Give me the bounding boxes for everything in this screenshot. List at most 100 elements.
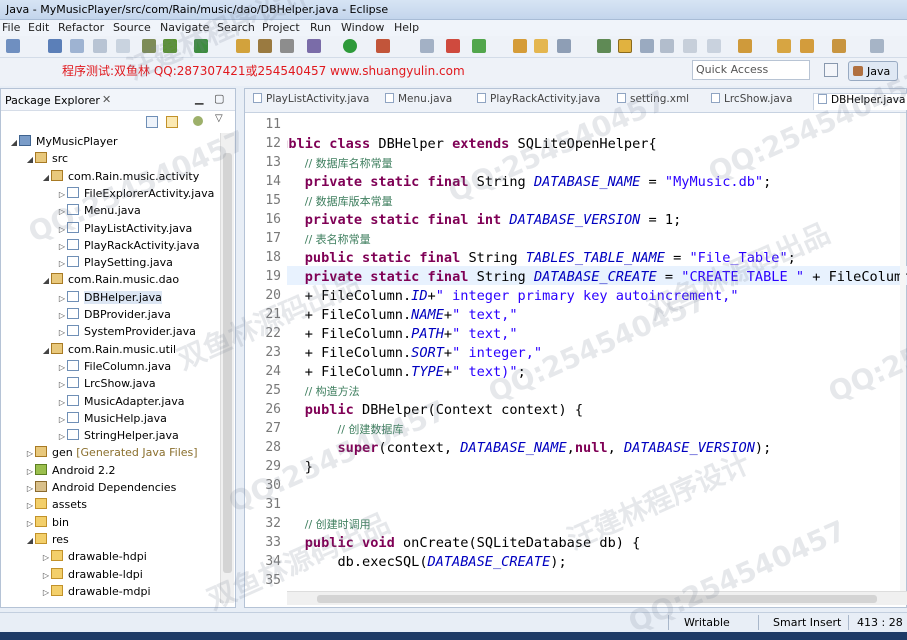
show-whitespace-icon[interactable] [660,39,674,53]
new-android-project-icon[interactable] [236,39,250,53]
menu-source[interactable]: Source [113,21,151,34]
expanded-arrow-icon[interactable]: ◢ [25,151,35,168]
close-icon[interactable]: ✕ [102,93,111,106]
new-android-xml-icon[interactable] [258,39,272,53]
code-line[interactable]: // 数据库名称常量 [287,154,393,173]
expanded-arrow-icon[interactable]: ◢ [41,169,51,186]
collapsed-arrow-icon[interactable]: ▷ [57,428,67,445]
code-line[interactable]: db.execSQL(DATABASE_CREATE); [287,553,566,572]
code-line[interactable]: // 创建数据库 [287,420,403,439]
back-icon[interactable] [800,39,814,53]
lint-icon[interactable] [194,39,208,53]
menu-run[interactable]: Run [310,21,331,34]
collapsed-arrow-icon[interactable]: ▷ [57,411,67,428]
tree-item[interactable]: ▷ DBHelper.java [57,289,162,306]
editor-scrollbar-thumb[interactable] [317,595,877,603]
tree-item[interactable]: ▷ FileExplorerActivity.java [57,185,214,202]
collapsed-arrow-icon[interactable]: ▷ [57,203,67,220]
properties-icon[interactable] [116,39,130,53]
tree-item[interactable]: ▷ PlaySetting.java [57,254,173,271]
search-icon[interactable] [420,39,434,53]
collapsed-arrow-icon[interactable]: ▷ [57,186,67,203]
menu-help[interactable]: Help [394,21,419,34]
tab-playlistactivity[interactable]: PlayListActivity.java [253,93,369,105]
code-line[interactable]: + FileColumn.TYPE+" text)"; [287,363,526,382]
tree-scrollbar-thumb[interactable] [223,153,232,573]
code-line[interactable]: // 创建时调用 [287,515,371,534]
collapsed-arrow-icon[interactable]: ▷ [25,497,35,514]
collapse-all-icon[interactable] [146,116,158,128]
tree-item[interactable]: ▷ StringHelper.java [57,427,179,444]
new-test-icon[interactable] [280,39,294,53]
code-line[interactable]: public class DBHelper extends SQLiteOpen… [287,135,657,154]
collapsed-arrow-icon[interactable]: ▷ [41,584,51,601]
code-area[interactable]: public class DBHelper extends SQLiteOpen… [287,113,907,593]
save-all-icon[interactable] [70,39,84,53]
tab-setting-xml[interactable]: setting.xml [617,93,689,105]
menu-window[interactable]: Window [341,21,384,34]
collapsed-arrow-icon[interactable]: ▷ [25,463,35,480]
new-icon[interactable] [6,39,20,53]
tab-lrcshow[interactable]: LrcShow.java [711,93,792,105]
pencil-icon[interactable] [557,39,571,53]
collapsed-arrow-icon[interactable]: ▷ [57,324,67,341]
collapsed-arrow-icon[interactable]: ▷ [57,238,67,255]
run-icon[interactable] [343,39,357,53]
tree-item[interactable]: ▷ DBProvider.java [57,306,171,323]
maximize-icon[interactable]: ▢ [214,92,224,105]
tree-item[interactable]: ▷ gen [Generated Java Files] [25,444,198,461]
tree-item[interactable]: ◢ com.Rain.music.util [41,341,176,358]
code-line[interactable]: + FileColumn.SORT+" integer," [287,344,542,363]
menu-navigate[interactable]: Navigate [160,21,209,34]
collapsed-arrow-icon[interactable]: ▷ [25,515,35,532]
tab-menu[interactable]: Menu.java [385,93,452,105]
forward-icon[interactable] [832,39,846,53]
tree-item[interactable]: ▷ drawable-ldpi [41,566,143,583]
collapsed-arrow-icon[interactable]: ▷ [57,255,67,272]
tree-item[interactable]: ▷ Android Dependencies [25,479,176,496]
expanded-arrow-icon[interactable]: ◢ [9,134,19,151]
tree-item[interactable]: ▷ assets [25,496,87,513]
tree-item[interactable]: ◢ com.Rain.music.activity [41,168,199,185]
external-tools-icon[interactable] [376,39,390,53]
open-resource-icon[interactable] [534,39,548,53]
code-line[interactable]: + FileColumn.ID+" integer primary key au… [287,287,739,306]
tree-item[interactable]: ◢ MyMusicPlayer [9,133,118,150]
tree-scrollbar[interactable] [220,133,234,603]
menu-file[interactable]: File [2,21,20,34]
tree-item[interactable]: ▷ FileColumn.java [57,358,171,375]
package-explorer-title[interactable]: Package Explorer [5,94,100,107]
last-edit-icon[interactable] [777,39,791,53]
highlight-icon[interactable] [618,39,632,53]
collapsed-arrow-icon[interactable]: ▷ [41,549,51,566]
debug-icon[interactable] [307,39,321,53]
collapsed-arrow-icon[interactable]: ▷ [57,290,67,307]
code-line[interactable]: private static final String DATABASE_NAM… [287,173,772,192]
collapsed-arrow-icon[interactable]: ▷ [41,567,51,584]
save-icon[interactable] [48,39,62,53]
tree-item[interactable]: ▷ Android 2.2 [25,462,116,479]
view-menu-icon[interactable]: ▽ [215,113,223,124]
code-line[interactable]: public DBHelper(Context context) { [287,401,583,420]
focus-task-icon[interactable] [193,116,203,126]
overview-ruler[interactable] [900,113,906,593]
tree-item[interactable]: ▷ Menu.java [57,202,141,219]
block-selection-icon[interactable] [640,39,654,53]
open-perspective-icon[interactable] [824,63,838,77]
word-wrap-icon[interactable] [683,39,697,53]
pin-editor-icon[interactable] [870,39,884,53]
code-line[interactable]: public static final String TABLES_TABLE_… [287,249,796,268]
collapsed-arrow-icon[interactable]: ▷ [25,445,35,462]
tree-item[interactable]: ▷ PlayRackActivity.java [57,237,200,254]
collapsed-arrow-icon[interactable]: ▷ [25,480,35,497]
quick-access-input[interactable]: Quick Access [692,60,810,80]
menu-project[interactable]: Project [262,21,300,34]
expanded-arrow-icon[interactable]: ◢ [25,532,35,549]
code-line[interactable]: // 表名称常量 [287,230,371,249]
editor-horizontal-scrollbar[interactable] [287,591,907,605]
collapsed-arrow-icon[interactable]: ▷ [57,359,67,376]
tab-playrackactivity[interactable]: PlayRackActivity.java [477,93,600,105]
java-perspective-button[interactable]: Java [848,61,898,81]
tree-item[interactable]: ▷ MusicAdapter.java [57,393,184,410]
toggle-mark-icon[interactable] [597,39,611,53]
